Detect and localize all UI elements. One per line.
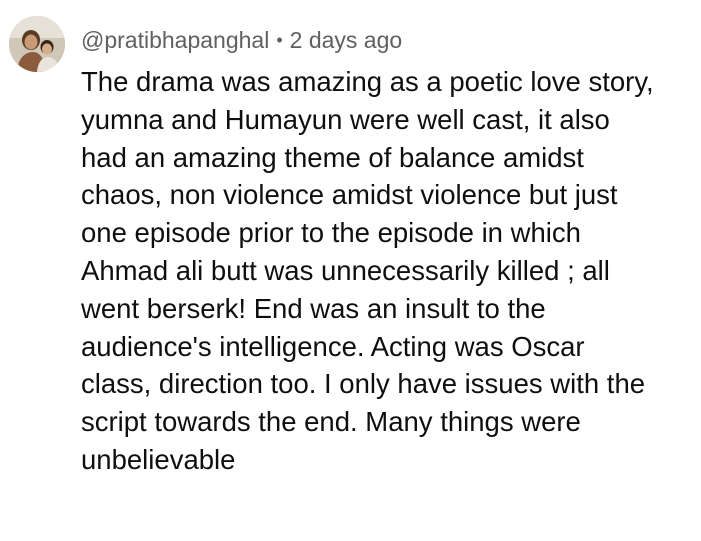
comment-text-line: The drama was amazing as a poetic love s… bbox=[81, 66, 654, 97]
comment-timestamp[interactable]: 2 days ago bbox=[290, 27, 403, 54]
comment-thread-item: @pratibhapanghal • 2 days ago The drama … bbox=[0, 0, 701, 541]
comment-text-line: yumna and Humayun were well cast, it als… bbox=[81, 103, 610, 135]
comment-header: @pratibhapanghal • 2 days ago bbox=[81, 24, 402, 56]
comment-text-line: chaos, non violence amidst violence but … bbox=[81, 179, 618, 211]
comment-text-line: script towards the end. Many things were bbox=[81, 406, 581, 438]
meta-separator: • bbox=[276, 29, 283, 50]
comment-text-line: had an amazing theme of balance amidst bbox=[81, 141, 584, 173]
author-avatar[interactable] bbox=[9, 16, 65, 72]
comment-text-line: unbelievable bbox=[81, 443, 236, 475]
comment-text-line: class, direction too. I only have issues… bbox=[81, 368, 646, 400]
comment-text-line: one episode prior to the episode in whic… bbox=[81, 217, 581, 249]
comment-text: The drama was amazing as a poetic love s… bbox=[81, 63, 696, 479]
comment-text-line: went berserk! End was an insult to the bbox=[81, 292, 546, 324]
user-avatar-icon bbox=[9, 16, 65, 72]
comment-text-line: audience's intelligence. Acting was Osca… bbox=[81, 330, 585, 362]
author-handle[interactable]: @pratibhapanghal bbox=[81, 27, 269, 54]
comment-text-line: Ahmad ali butt was unnecessarily killed … bbox=[81, 254, 610, 286]
